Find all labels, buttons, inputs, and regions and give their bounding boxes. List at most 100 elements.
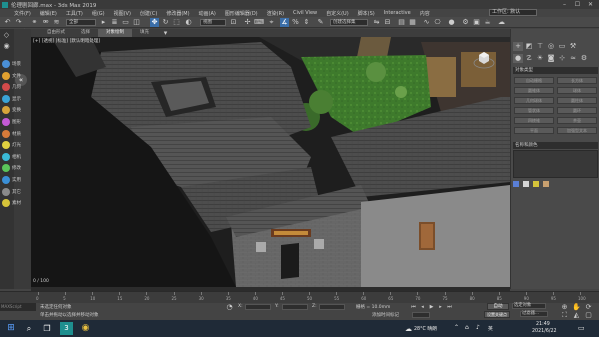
notification-icon[interactable]: ▭ [578, 324, 585, 332]
schematic-view-icon[interactable]: ⎔ [433, 18, 442, 27]
sidebar-item[interactable]: 显示 [2, 94, 21, 103]
weather-text[interactable]: 28°C 晴朗 [414, 325, 437, 332]
shapes-icon[interactable]: ☡ [524, 54, 534, 63]
close-button[interactable]: ✕ [584, 0, 597, 9]
object-type-button[interactable]: 加强型文本 [557, 127, 597, 134]
sidebar-item[interactable]: 素材 [2, 199, 21, 208]
sidebar-item[interactable]: 实用 [2, 176, 21, 184]
material-editor-icon[interactable]: ● [447, 18, 456, 27]
mirror-icon[interactable]: ⇋ [372, 18, 381, 27]
place-icon[interactable]: ◐ [184, 18, 193, 27]
clock-time[interactable]: 21:49 [536, 322, 550, 327]
maximize-button[interactable]: ☐ [571, 0, 584, 9]
swatch-icon[interactable] [543, 181, 549, 187]
object-type-button[interactable]: 茶壶 [557, 117, 597, 124]
spacewarps-icon[interactable]: ≈ [568, 54, 578, 63]
select-object-icon[interactable]: ▸ [99, 18, 108, 27]
viewcube-icon[interactable] [472, 47, 496, 71]
object-type-button[interactable]: 圆柱体 [557, 97, 597, 104]
hierarchy-tab-icon[interactable]: ⊤ [535, 42, 545, 51]
percent-snap-icon[interactable]: % [291, 18, 300, 27]
object-type-button[interactable]: 管状体 [514, 107, 554, 114]
menu-views[interactable]: 视图(V) [114, 10, 131, 17]
menu-edit[interactable]: 编辑(E) [40, 10, 57, 17]
utilities-tab-icon[interactable]: ⚒ [568, 42, 578, 51]
object-type-button[interactable]: 几何球体 [514, 97, 554, 104]
create-tab-icon[interactable]: + [513, 41, 523, 51]
object-type-button[interactable]: 自动栅格 [514, 77, 554, 84]
create-sphere-icon[interactable]: ◉ [2, 42, 11, 51]
unlink-icon[interactable]: ⚮ [41, 18, 50, 27]
menu-file[interactable]: 文件(F) [14, 10, 31, 17]
sidebar-item[interactable]: 图形 [2, 118, 21, 126]
align-icon[interactable]: ⊟ [383, 18, 392, 27]
helpers-icon[interactable]: ⊹ [557, 54, 567, 63]
viewport-label[interactable]: [+] [透视] [标准] [默认明暗处理] [33, 38, 100, 44]
spinner-snap-icon[interactable]: ⇕ [302, 18, 311, 27]
select-by-name-icon[interactable]: ≣ [110, 18, 119, 27]
sidebar-item[interactable]: 变换 [2, 106, 21, 115]
systems-icon[interactable]: ⚙ [579, 54, 589, 63]
perspective-viewport[interactable]: [+] [透视] [标准] [默认明暗处理] 0 / 100 [31, 37, 510, 287]
redo-icon[interactable]: ↷ [14, 18, 23, 27]
scale-icon[interactable]: ⬚ [172, 18, 181, 27]
menu-animation[interactable]: 动画(A) [199, 10, 216, 17]
object-type-button[interactable]: 圆锥体 [514, 87, 554, 94]
layer-explorer-icon[interactable]: ▤ [397, 18, 406, 27]
minimize-button[interactable]: – [558, 0, 571, 9]
zoom-extents-icon[interactable]: ⛶ [560, 311, 569, 320]
display-tab-icon[interactable]: ▭ [557, 42, 567, 51]
render-icon[interactable]: ☕ [483, 18, 492, 27]
angle-snap-icon[interactable]: ∡ [280, 18, 289, 27]
edit-named-selection-icon[interactable]: ✎ [316, 18, 325, 27]
add-time-tag[interactable]: 添加时间标记 [372, 312, 399, 318]
z-coordinate-field[interactable] [319, 304, 345, 310]
set-key-button[interactable]: 设置关键点 [484, 311, 510, 318]
create-shape-icon[interactable]: ◇ [2, 31, 11, 40]
menu-graph-editors[interactable]: 图形编辑器(D) [225, 10, 258, 17]
snap-toggle-icon[interactable]: ⌖ [267, 18, 276, 27]
tray-arrow-icon[interactable]: ⌃ [454, 324, 459, 331]
workspace-select[interactable]: 工作区: 默认 [489, 9, 537, 16]
ime-indicator[interactable]: 英 [488, 325, 493, 332]
previous-frame-icon[interactable]: ◂ [419, 304, 426, 311]
menu-tools[interactable]: 工具(T) [66, 10, 83, 17]
curve-editor-icon[interactable]: ∿ [422, 18, 431, 27]
window-crossing-icon[interactable]: ◫ [132, 18, 141, 27]
geometry-icon[interactable]: ● [513, 53, 523, 63]
tab-freeform[interactable]: 自由形式 [39, 29, 73, 37]
tab-object-paint[interactable]: 对象绘制 [98, 29, 132, 37]
selected-objects-select[interactable]: 选定对象 [512, 303, 546, 309]
name-color-header[interactable]: 名称和颜色 [513, 142, 598, 149]
menu-rendering[interactable]: 渲染(R) [267, 10, 284, 17]
menu-content[interactable]: 内容 [420, 10, 430, 17]
keyboard-shortcut-icon[interactable]: ⌨ [254, 18, 264, 27]
ribbon-toggle-icon[interactable]: ▦ [408, 18, 417, 27]
rotate-icon[interactable]: ↻ [161, 18, 170, 27]
swatch-icon[interactable] [513, 181, 519, 187]
named-selection-select[interactable]: 创建选择集 [330, 19, 368, 26]
object-type-button[interactable]: 长方体 [557, 77, 597, 84]
lights-icon[interactable]: ☀ [535, 54, 545, 63]
maxscript-listener[interactable]: MAXScript [0, 303, 36, 311]
link-icon[interactable]: ⚭ [30, 18, 39, 27]
sidebar-item[interactable]: 场景 [2, 60, 21, 68]
timeline-track[interactable]: 0 5 10 15 20 25 30 35 40 45 50 55 60 65 70 75 80 85 90 95 10… [0, 291, 599, 303]
auto-key-button[interactable]: 自动 [487, 303, 509, 310]
rendered-frame-icon[interactable]: ▣ [472, 18, 481, 27]
chrome-taskbar-icon[interactable]: ◉ [79, 322, 92, 335]
field-of-view-icon[interactable]: ◭ [572, 311, 581, 320]
key-filters-button[interactable]: 过滤器... [520, 311, 548, 317]
object-name-field[interactable] [513, 150, 598, 178]
sidebar-item[interactable]: 灯光 [2, 141, 21, 150]
menu-interactive[interactable]: Interactive [384, 10, 411, 16]
manipulate-icon[interactable]: ✢ [243, 18, 252, 27]
menu-modifiers[interactable]: 修改器(M) [166, 10, 189, 17]
undo-icon[interactable]: ↶ [3, 18, 12, 27]
object-type-button[interactable]: 平面 [514, 127, 554, 134]
object-type-button[interactable]: 四棱锥 [514, 117, 554, 124]
search-icon[interactable]: ⌕ [22, 322, 36, 335]
play-icon[interactable]: ▶ [428, 304, 435, 311]
selection-filter-select[interactable]: 全部 [66, 19, 96, 26]
swatch-icon[interactable] [533, 181, 539, 187]
